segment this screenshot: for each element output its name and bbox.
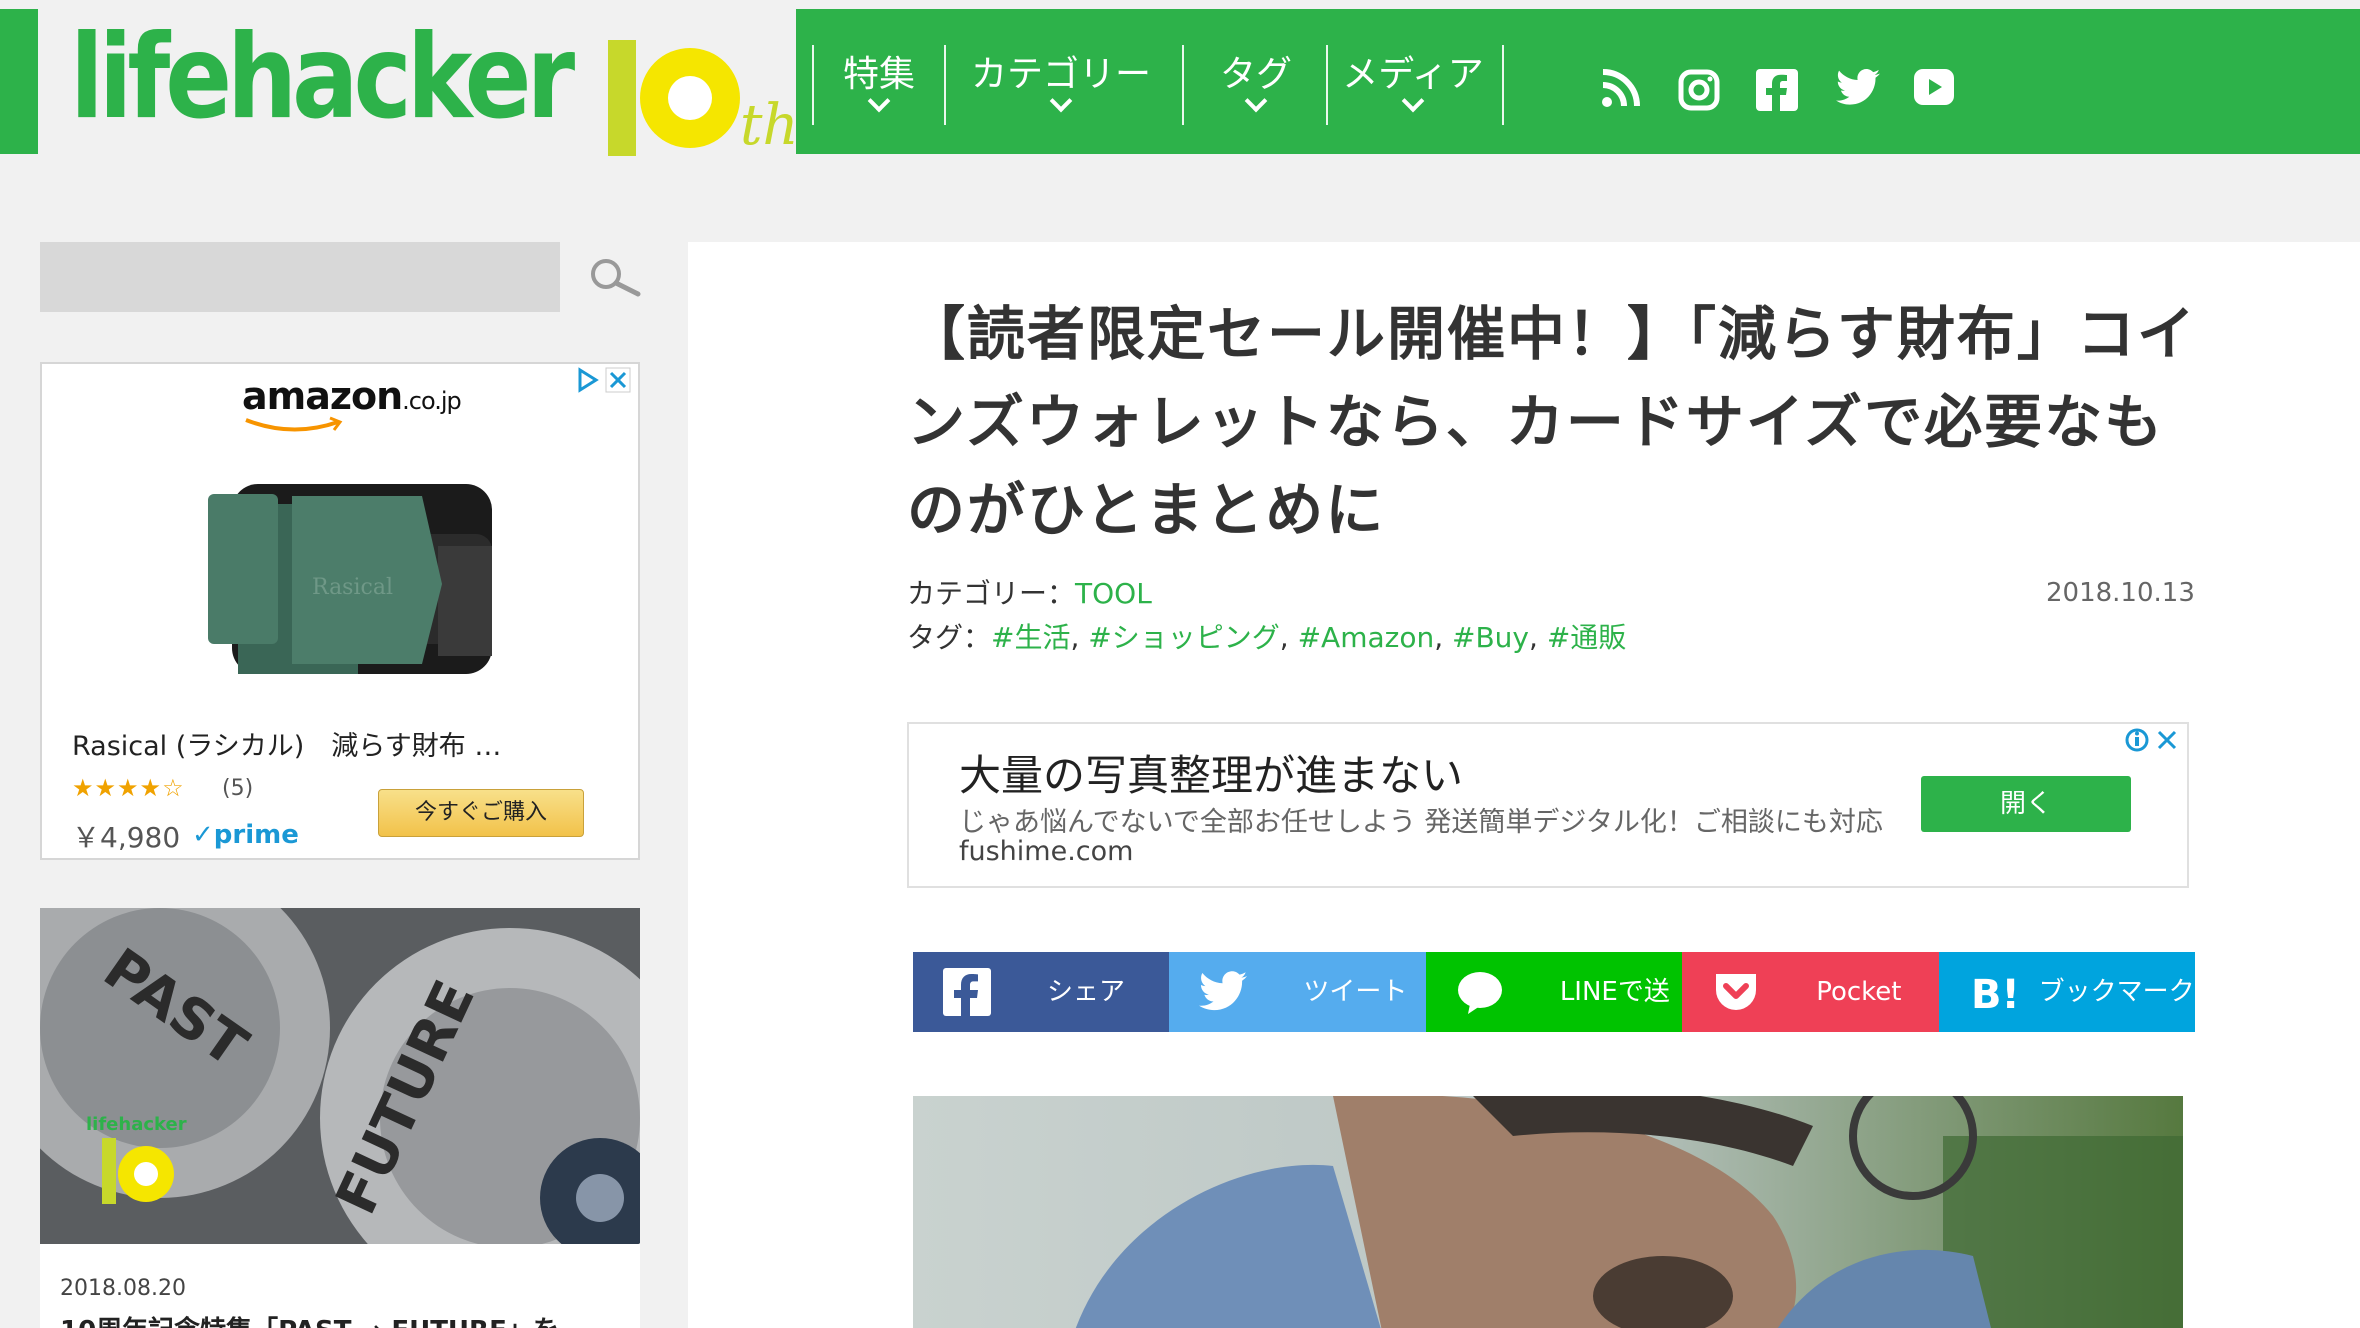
- nav-item-category[interactable]: カテゴリー: [956, 45, 1166, 133]
- share-label: シェア: [1047, 977, 1126, 1007]
- twitter-icon: [1199, 971, 1248, 1011]
- svg-text:Rasical: Rasical: [312, 575, 393, 600]
- search-icon[interactable]: [584, 254, 644, 304]
- amazon-logo: amazon.co.jp: [242, 374, 462, 418]
- share-twitter-button[interactable]: ツイート: [1169, 952, 1426, 1032]
- pocket-icon: [1716, 974, 1757, 1010]
- product-name[interactable]: Rasical (ラシカル) 減らす財布 …: [72, 724, 501, 763]
- nav-divider: [944, 45, 946, 125]
- amazon-ad[interactable]: amazon.co.jp Rasical Rasical (ラシカル) 減らす財…: [40, 362, 640, 860]
- wallet-product-image[interactable]: Rasical: [192, 434, 532, 714]
- tenth-anniversary-mark: th: [608, 40, 799, 158]
- product-price: ￥4,980: [72, 821, 181, 854]
- category-label: カテゴリー：: [907, 577, 1076, 610]
- ad-headline[interactable]: 大量の写真整理が進まない: [959, 742, 1463, 803]
- promo-date: 2018.08.20: [60, 1276, 186, 1301]
- share-facebook-button[interactable]: シェア: [913, 952, 1170, 1032]
- share-label: ブックマーク: [2038, 977, 2195, 1007]
- share-pocket-button[interactable]: Pocket: [1682, 952, 1939, 1032]
- share-bar: シェア ツイート LINEで送る Pocket B! ブックマーク: [913, 952, 2196, 1087]
- rss-icon[interactable]: [1600, 69, 1640, 109]
- logo-suffix: th: [740, 93, 799, 158]
- tags-label: タグ：: [907, 621, 992, 654]
- nav-divider: [812, 45, 814, 125]
- article-category: カテゴリー：TOOL: [907, 572, 1152, 612]
- promo-image[interactable]: PAST FUTURE lifehacker: [40, 908, 640, 1244]
- line-icon: [1457, 972, 1502, 1014]
- buy-now-button[interactable]: 今すぐご購入: [378, 789, 584, 837]
- share-label: Pocket: [1816, 977, 1902, 1007]
- article-date: 2018.10.13: [2046, 578, 2195, 608]
- nav-item-media[interactable]: メディア: [1336, 45, 1490, 133]
- nav-divider: [1182, 45, 1184, 125]
- share-hatena-button[interactable]: B! ブックマーク: [1938, 952, 2196, 1032]
- tag-link[interactable]: #ショッピング: [1088, 621, 1279, 654]
- ad-choices-icon[interactable]: [574, 366, 634, 394]
- promo-title[interactable]: 10周年記念特集「PAST → FUTURE」を: [60, 1310, 559, 1328]
- ad-choices-icon[interactable]: [2123, 726, 2183, 754]
- review-count: (5): [222, 776, 254, 801]
- top-navigation: 特集 カテゴリー タグ メディア: [796, 9, 2360, 154]
- share-label: ツイート: [1303, 977, 1408, 1007]
- ad-url[interactable]: fushime.com: [959, 836, 1133, 867]
- instagram-icon[interactable]: [1678, 69, 1720, 111]
- share-label: LINEで送る: [1559, 977, 1670, 1087]
- nav-divider: [1502, 45, 1504, 125]
- ad-open-button[interactable]: 開く: [1921, 776, 2131, 832]
- share-line-button[interactable]: LINEで送る: [1425, 952, 1683, 1087]
- facebook-icon[interactable]: [1756, 69, 1798, 111]
- hatena-bookmark-icon: B!: [1971, 972, 2017, 1016]
- nav-item-feature[interactable]: 特集: [826, 45, 932, 133]
- prime-badge: ✓prime: [192, 820, 299, 850]
- header-accent: [0, 9, 38, 154]
- tag-link[interactable]: #通販: [1547, 621, 1626, 654]
- article-title: 【読者限定セール開催中！】「減らす財布」コインズウォレットなら、カードサイズで必…: [907, 300, 2197, 544]
- twitter-icon[interactable]: [1836, 69, 1880, 107]
- nav-item-tag[interactable]: タグ: [1194, 45, 1318, 133]
- article-tags: タグ：#生活, #ショッピング, #Amazon, #Buy, #通販: [907, 621, 1627, 654]
- ad-description: じゃあ悩んでないで全部お任せしよう 発送簡単デジタル化！ご相談にも対応: [959, 807, 1883, 838]
- facebook-icon: [943, 968, 991, 1016]
- article-hero-image: [913, 1096, 2183, 1328]
- display-ad[interactable]: 大量の写真整理が進まない じゃあ悩んでないで全部お任せしよう 発送簡単デジタル化…: [907, 722, 2189, 888]
- tag-link[interactable]: #生活: [991, 621, 1070, 654]
- site-logo[interactable]: lifehacker th: [70, 8, 799, 158]
- logo-text: lifehacker: [70, 10, 575, 145]
- tag-link[interactable]: #Buy: [1452, 621, 1529, 654]
- svg-text:lifehacker: lifehacker: [86, 1114, 187, 1135]
- svg-text:B!: B!: [1971, 972, 2017, 1016]
- tenth-badge: lifehacker: [86, 1114, 187, 1204]
- nav-divider: [1326, 45, 1328, 125]
- youtube-icon[interactable]: [1914, 69, 1954, 105]
- rating-stars: ★★★★☆: [72, 774, 185, 802]
- search-input[interactable]: [40, 242, 560, 312]
- category-link[interactable]: TOOL: [1075, 577, 1152, 610]
- amazon-smile-icon: [245, 416, 343, 432]
- tag-link[interactable]: #Amazon: [1298, 621, 1435, 654]
- hero-photo: [913, 1096, 2183, 1328]
